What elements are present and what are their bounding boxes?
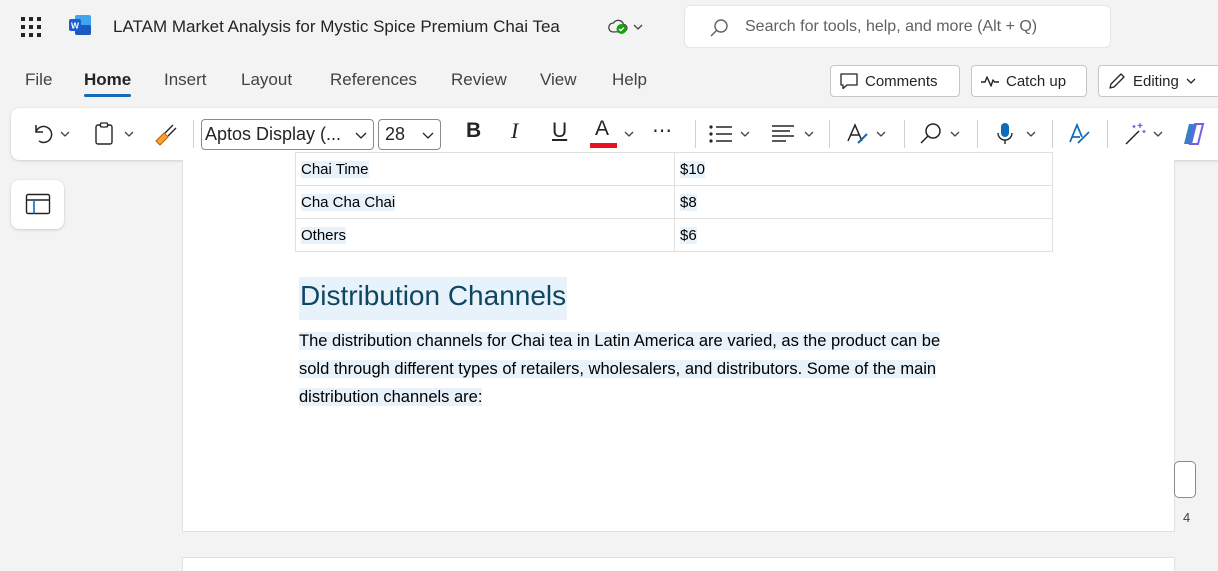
paragraph-line: distribution channels are: — [299, 388, 483, 406]
table-cell[interactable]: $6 — [674, 218, 1053, 252]
designer-wand-icon[interactable] — [1122, 121, 1148, 147]
title-bar: W LATAM Market Analysis for Mystic Spice… — [0, 0, 1218, 54]
saved-status-icon[interactable] — [607, 19, 629, 35]
search-icon — [710, 19, 728, 37]
tab-file[interactable]: File — [25, 70, 52, 90]
styles-icon[interactable] — [844, 121, 870, 147]
tab-review[interactable]: Review — [451, 70, 507, 90]
pencil-icon — [1109, 73, 1125, 89]
undo-chevron-down-icon[interactable] — [59, 128, 71, 140]
navigation-pane-icon — [25, 193, 51, 215]
editing-label: Editing — [1133, 72, 1179, 90]
align-chevron-down-icon[interactable] — [803, 128, 815, 140]
comment-icon — [840, 73, 858, 90]
comments-label: Comments — [865, 72, 938, 90]
bold-button[interactable]: B — [466, 119, 481, 143]
table-cell-text: Chai Time — [301, 160, 369, 178]
font-color-chevron-down-icon[interactable] — [623, 128, 635, 140]
editing-mode-button[interactable]: Editing — [1098, 65, 1218, 97]
find-chevron-down-icon[interactable] — [949, 128, 961, 140]
align-left-icon[interactable] — [770, 122, 796, 146]
app-launcher-icon[interactable] — [19, 15, 43, 39]
svg-text:W: W — [71, 21, 80, 31]
toolbar-divider — [977, 120, 978, 148]
table-cell-text: Cha Cha Chai — [301, 193, 396, 211]
paragraph-line: The distribution channels for Chai tea i… — [299, 332, 941, 350]
font-color-swatch — [590, 143, 617, 148]
dictate-chevron-down-icon[interactable] — [1025, 128, 1037, 140]
table-cell[interactable]: $10 — [674, 152, 1053, 186]
table-row[interactable]: Others $6 — [295, 218, 1053, 252]
page-scroll-thumb[interactable] — [1174, 461, 1196, 498]
paste-chevron-down-icon[interactable] — [123, 128, 135, 140]
toolbar-divider — [1107, 120, 1108, 148]
catch-up-button[interactable]: Catch up — [971, 65, 1087, 97]
clipboard-paste-icon[interactable] — [92, 121, 116, 147]
table-cell-text: $10 — [680, 160, 706, 178]
document-page[interactable]: Chai Time $10 Cha Cha Chai $8 Others $6 … — [182, 152, 1175, 532]
title-chevron-down-icon[interactable] — [631, 20, 645, 34]
table-cell-text: $6 — [680, 226, 697, 244]
table-row[interactable]: Chai Time $10 — [295, 152, 1053, 186]
table-cell-text: Others — [301, 226, 347, 244]
format-painter-icon[interactable] — [153, 121, 179, 147]
page-number: 4 — [1183, 510, 1191, 525]
word-logo-icon: W — [69, 15, 91, 35]
font-size-chevron-down-icon — [422, 132, 434, 139]
font-name-value: Aptos Display (... — [205, 124, 342, 144]
tab-insert[interactable]: Insert — [164, 70, 207, 90]
font-size-dropdown[interactable]: 28 — [378, 119, 441, 150]
toolbar-divider — [1052, 120, 1053, 148]
search-box[interactable]: Search for tools, help, and more (Alt + … — [684, 5, 1111, 48]
table-cell[interactable]: Others — [295, 218, 675, 252]
navigation-pane-button[interactable] — [11, 180, 64, 229]
activity-icon — [981, 76, 999, 87]
comments-button[interactable]: Comments — [830, 65, 960, 97]
bullet-list-icon[interactable] — [708, 122, 734, 146]
font-size-value: 28 — [385, 124, 406, 144]
table-row[interactable]: Cha Cha Chai $8 — [295, 185, 1053, 219]
table-cell-text: $8 — [680, 193, 697, 211]
toolbar-divider — [695, 120, 696, 148]
dictate-microphone-icon[interactable] — [995, 121, 1015, 147]
tab-references[interactable]: References — [330, 70, 417, 90]
editor-icon[interactable] — [1066, 121, 1092, 147]
underline-button[interactable]: U — [552, 119, 567, 143]
body-paragraph[interactable]: The distribution channels for Chai tea i… — [299, 327, 1039, 411]
table-cell[interactable]: Chai Time — [295, 152, 675, 186]
designer-chevron-down-icon[interactable] — [1152, 128, 1164, 140]
copilot-icon[interactable] — [1181, 121, 1207, 147]
toolbar-divider — [829, 120, 830, 148]
table-cell[interactable]: $8 — [674, 185, 1053, 219]
tab-layout[interactable]: Layout — [241, 70, 292, 90]
chevron-down-icon — [1186, 78, 1196, 84]
find-icon[interactable] — [919, 122, 943, 146]
catch-up-label: Catch up — [1006, 72, 1067, 90]
more-font-options-button[interactable]: ⋯ — [652, 118, 672, 143]
search-placeholder[interactable]: Search for tools, help, and more (Alt + … — [745, 18, 1037, 36]
paragraph-line: sold through different types of retailer… — [299, 360, 937, 378]
font-name-dropdown[interactable]: Aptos Display (... — [201, 119, 374, 150]
font-name-chevron-down-icon — [355, 132, 367, 139]
bullets-chevron-down-icon[interactable] — [739, 128, 751, 140]
tab-home[interactable]: Home — [84, 70, 132, 97]
tab-view[interactable]: View — [540, 70, 577, 90]
table-cell[interactable]: Cha Cha Chai — [295, 185, 675, 219]
toolbar-divider — [904, 120, 905, 148]
undo-icon[interactable] — [29, 121, 55, 147]
font-color-button[interactable]: A — [595, 117, 609, 141]
ribbon-tabs: File Home Insert Layout References Revie… — [0, 60, 1218, 104]
section-heading[interactable]: Distribution Channels — [299, 277, 568, 320]
styles-chevron-down-icon[interactable] — [875, 128, 887, 140]
tab-help[interactable]: Help — [612, 70, 647, 90]
document-title[interactable]: LATAM Market Analysis for Mystic Spice P… — [113, 17, 560, 37]
price-table[interactable]: Chai Time $10 Cha Cha Chai $8 Others $6 — [295, 152, 1053, 252]
italic-button[interactable]: I — [511, 118, 518, 144]
next-document-page[interactable] — [182, 557, 1175, 571]
toolbar-divider — [193, 120, 194, 148]
